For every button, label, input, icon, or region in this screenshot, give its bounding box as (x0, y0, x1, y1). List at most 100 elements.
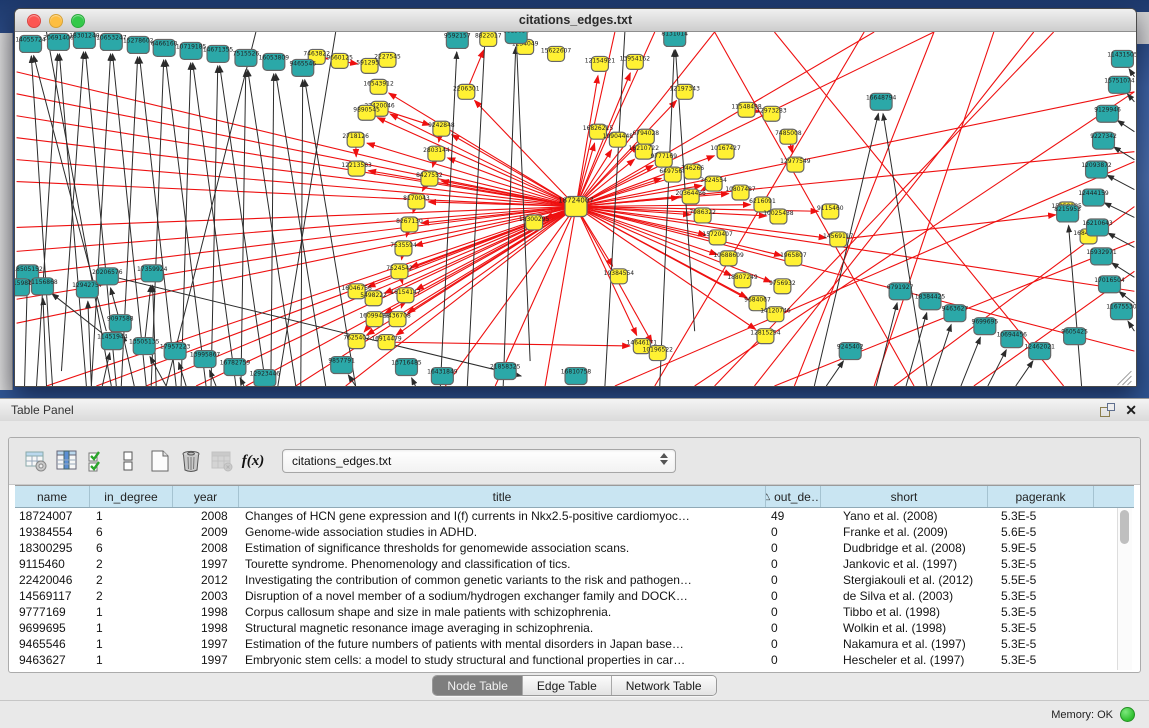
graph-edge[interactable] (988, 350, 1006, 386)
select-all-icon[interactable] (85, 448, 111, 474)
show-columns-icon[interactable] (54, 448, 80, 474)
graph-edge[interactable] (838, 215, 1055, 240)
graph-edge[interactable] (931, 325, 951, 386)
graph-edge[interactable] (576, 92, 1134, 207)
table-cell: 2 (90, 572, 173, 588)
table-body: 1872400712008Changes of HCN gene express… (15, 508, 1134, 668)
graph-edge[interactable] (151, 60, 164, 386)
close-panel-icon[interactable]: ✕ (1125, 403, 1137, 417)
graph-node-label: 13505135 (129, 339, 160, 346)
graph-edge[interactable] (271, 74, 274, 386)
table-row[interactable]: 969969511998Structural magnetic resonanc… (15, 620, 1134, 636)
graph-edge[interactable] (210, 370, 216, 386)
tab-network-table[interactable]: Network Table (612, 676, 716, 695)
graph-edge[interactable] (166, 32, 256, 386)
graph-edge[interactable] (1127, 94, 1134, 102)
graph-edge[interactable] (25, 285, 28, 386)
column-header-year[interactable]: year (173, 486, 239, 507)
graph-edge[interactable] (390, 114, 576, 206)
column-header-pagerank[interactable]: pagerank (988, 486, 1094, 507)
graph-edge[interactable] (961, 337, 980, 386)
graph-edge[interactable] (545, 207, 576, 386)
scrollbar-thumb[interactable] (1120, 510, 1129, 544)
graph-edge[interactable] (17, 72, 576, 207)
graph-edge[interactable] (1117, 120, 1134, 131)
table-row[interactable]: 977716911998Corpus callosum shape and si… (15, 604, 1134, 620)
table-row[interactable]: 1830029562008Estimation of significance … (15, 540, 1134, 556)
graph-edge[interactable] (278, 32, 336, 386)
deselect-all-icon[interactable] (116, 448, 142, 474)
graph-edge[interactable] (1107, 175, 1134, 189)
column-header-out_de[interactable]: △out_de… (766, 486, 821, 507)
table-row[interactable]: 1456911722003Disruption of a novel membe… (15, 588, 1134, 604)
graph-node-label: 16210722 (629, 145, 660, 152)
resize-grip[interactable] (1127, 381, 1131, 385)
graph-edge[interactable] (1129, 69, 1134, 77)
graph-edge[interactable] (387, 342, 630, 346)
graph-edge[interactable] (31, 56, 52, 386)
graph-edge[interactable] (241, 70, 246, 386)
column-header-short[interactable]: short (821, 486, 988, 507)
graph-edge[interactable] (440, 52, 456, 386)
table-row[interactable]: 946362711997Embryonic stem cells: a mode… (15, 652, 1134, 668)
delete-trash-icon[interactable] (178, 448, 204, 474)
new-column-icon[interactable] (147, 448, 173, 474)
graph-edge[interactable] (17, 94, 576, 207)
graph-edge[interactable] (37, 54, 58, 386)
table-row[interactable]: 946554611997Estimation of the future num… (15, 636, 1134, 652)
column-header-title[interactable]: title (239, 486, 766, 507)
table-options-icon[interactable] (23, 448, 49, 474)
graph-edge[interactable] (88, 301, 91, 386)
graph-edge[interactable] (389, 93, 576, 206)
graph-edge[interactable] (211, 66, 218, 386)
column-header-name[interactable]: name (15, 486, 90, 507)
function-builder-icon[interactable]: f(x) (240, 448, 266, 474)
graph-edge[interactable] (906, 313, 927, 386)
table-row[interactable]: 1938455462009Genome-wide association stu… (15, 524, 1134, 540)
graph-edge[interactable] (61, 52, 83, 371)
graph-edge[interactable] (576, 207, 756, 330)
table-cell: 5.3E-5 (988, 588, 1094, 604)
network-window[interactable]: citations_edges.txt 18724007183002959242… (14, 8, 1137, 387)
graph-edge[interactable] (220, 66, 266, 386)
column-header-in_degree[interactable]: in_degree (90, 486, 173, 507)
graph-edge[interactable] (660, 50, 674, 386)
graph-edge[interactable] (576, 205, 751, 207)
graph-edge[interactable] (1119, 292, 1134, 304)
table-cell: 0 (766, 556, 821, 572)
graph-node-label: 2718126 (342, 133, 369, 140)
graph-edge[interactable] (1128, 321, 1134, 331)
graph-node-label: 15751074 (1104, 77, 1135, 84)
table-scrollbar[interactable] (1117, 508, 1132, 670)
table-selector-dropdown[interactable]: citations_edges.txt (282, 449, 676, 473)
table-row[interactable]: 911546021997Tourette syndrome. Phenomeno… (15, 556, 1134, 572)
table-row[interactable]: 1872400712008Changes of HCN gene express… (15, 508, 1134, 524)
close-window-button[interactable] (27, 14, 41, 28)
tab-node-table[interactable]: Node Table (433, 676, 523, 695)
tab-edge-table[interactable]: Edge Table (523, 676, 612, 695)
graph-edge[interactable] (17, 116, 576, 207)
table-row[interactable]: 2242004622012Investigating the contribut… (15, 572, 1134, 588)
graph-edge[interactable] (1069, 225, 1082, 386)
zoom-window-button[interactable] (71, 14, 85, 28)
graph-edge[interactable] (179, 363, 186, 386)
network-window-titlebar[interactable]: citations_edges.txt (15, 9, 1136, 32)
graph-node-label: 10167427 (710, 145, 741, 152)
graph-edge[interactable] (794, 32, 934, 386)
table-tabs: Node TableEdge TableNetwork Table (0, 675, 1149, 696)
graph-node-label: 8822017 (475, 32, 502, 39)
table-cell: 19384554 (15, 524, 90, 540)
network-view[interactable]: 1872400718300295924284828031448427552817… (15, 32, 1136, 386)
minimize-window-button[interactable] (49, 14, 63, 28)
table-cell: Yano et al. (2008) (821, 508, 988, 524)
float-panel-icon[interactable] (1100, 403, 1115, 417)
graph-edge[interactable] (367, 143, 576, 206)
resize-grip[interactable] (1122, 376, 1131, 385)
graph-edge[interactable] (43, 298, 47, 386)
graph-edge[interactable] (1112, 263, 1135, 278)
graph-edge[interactable] (412, 378, 416, 386)
graph-edge[interactable] (1108, 233, 1134, 247)
graph-edge[interactable] (1016, 361, 1033, 386)
graph-edge[interactable] (17, 138, 576, 207)
graph-edge[interactable] (144, 285, 151, 346)
